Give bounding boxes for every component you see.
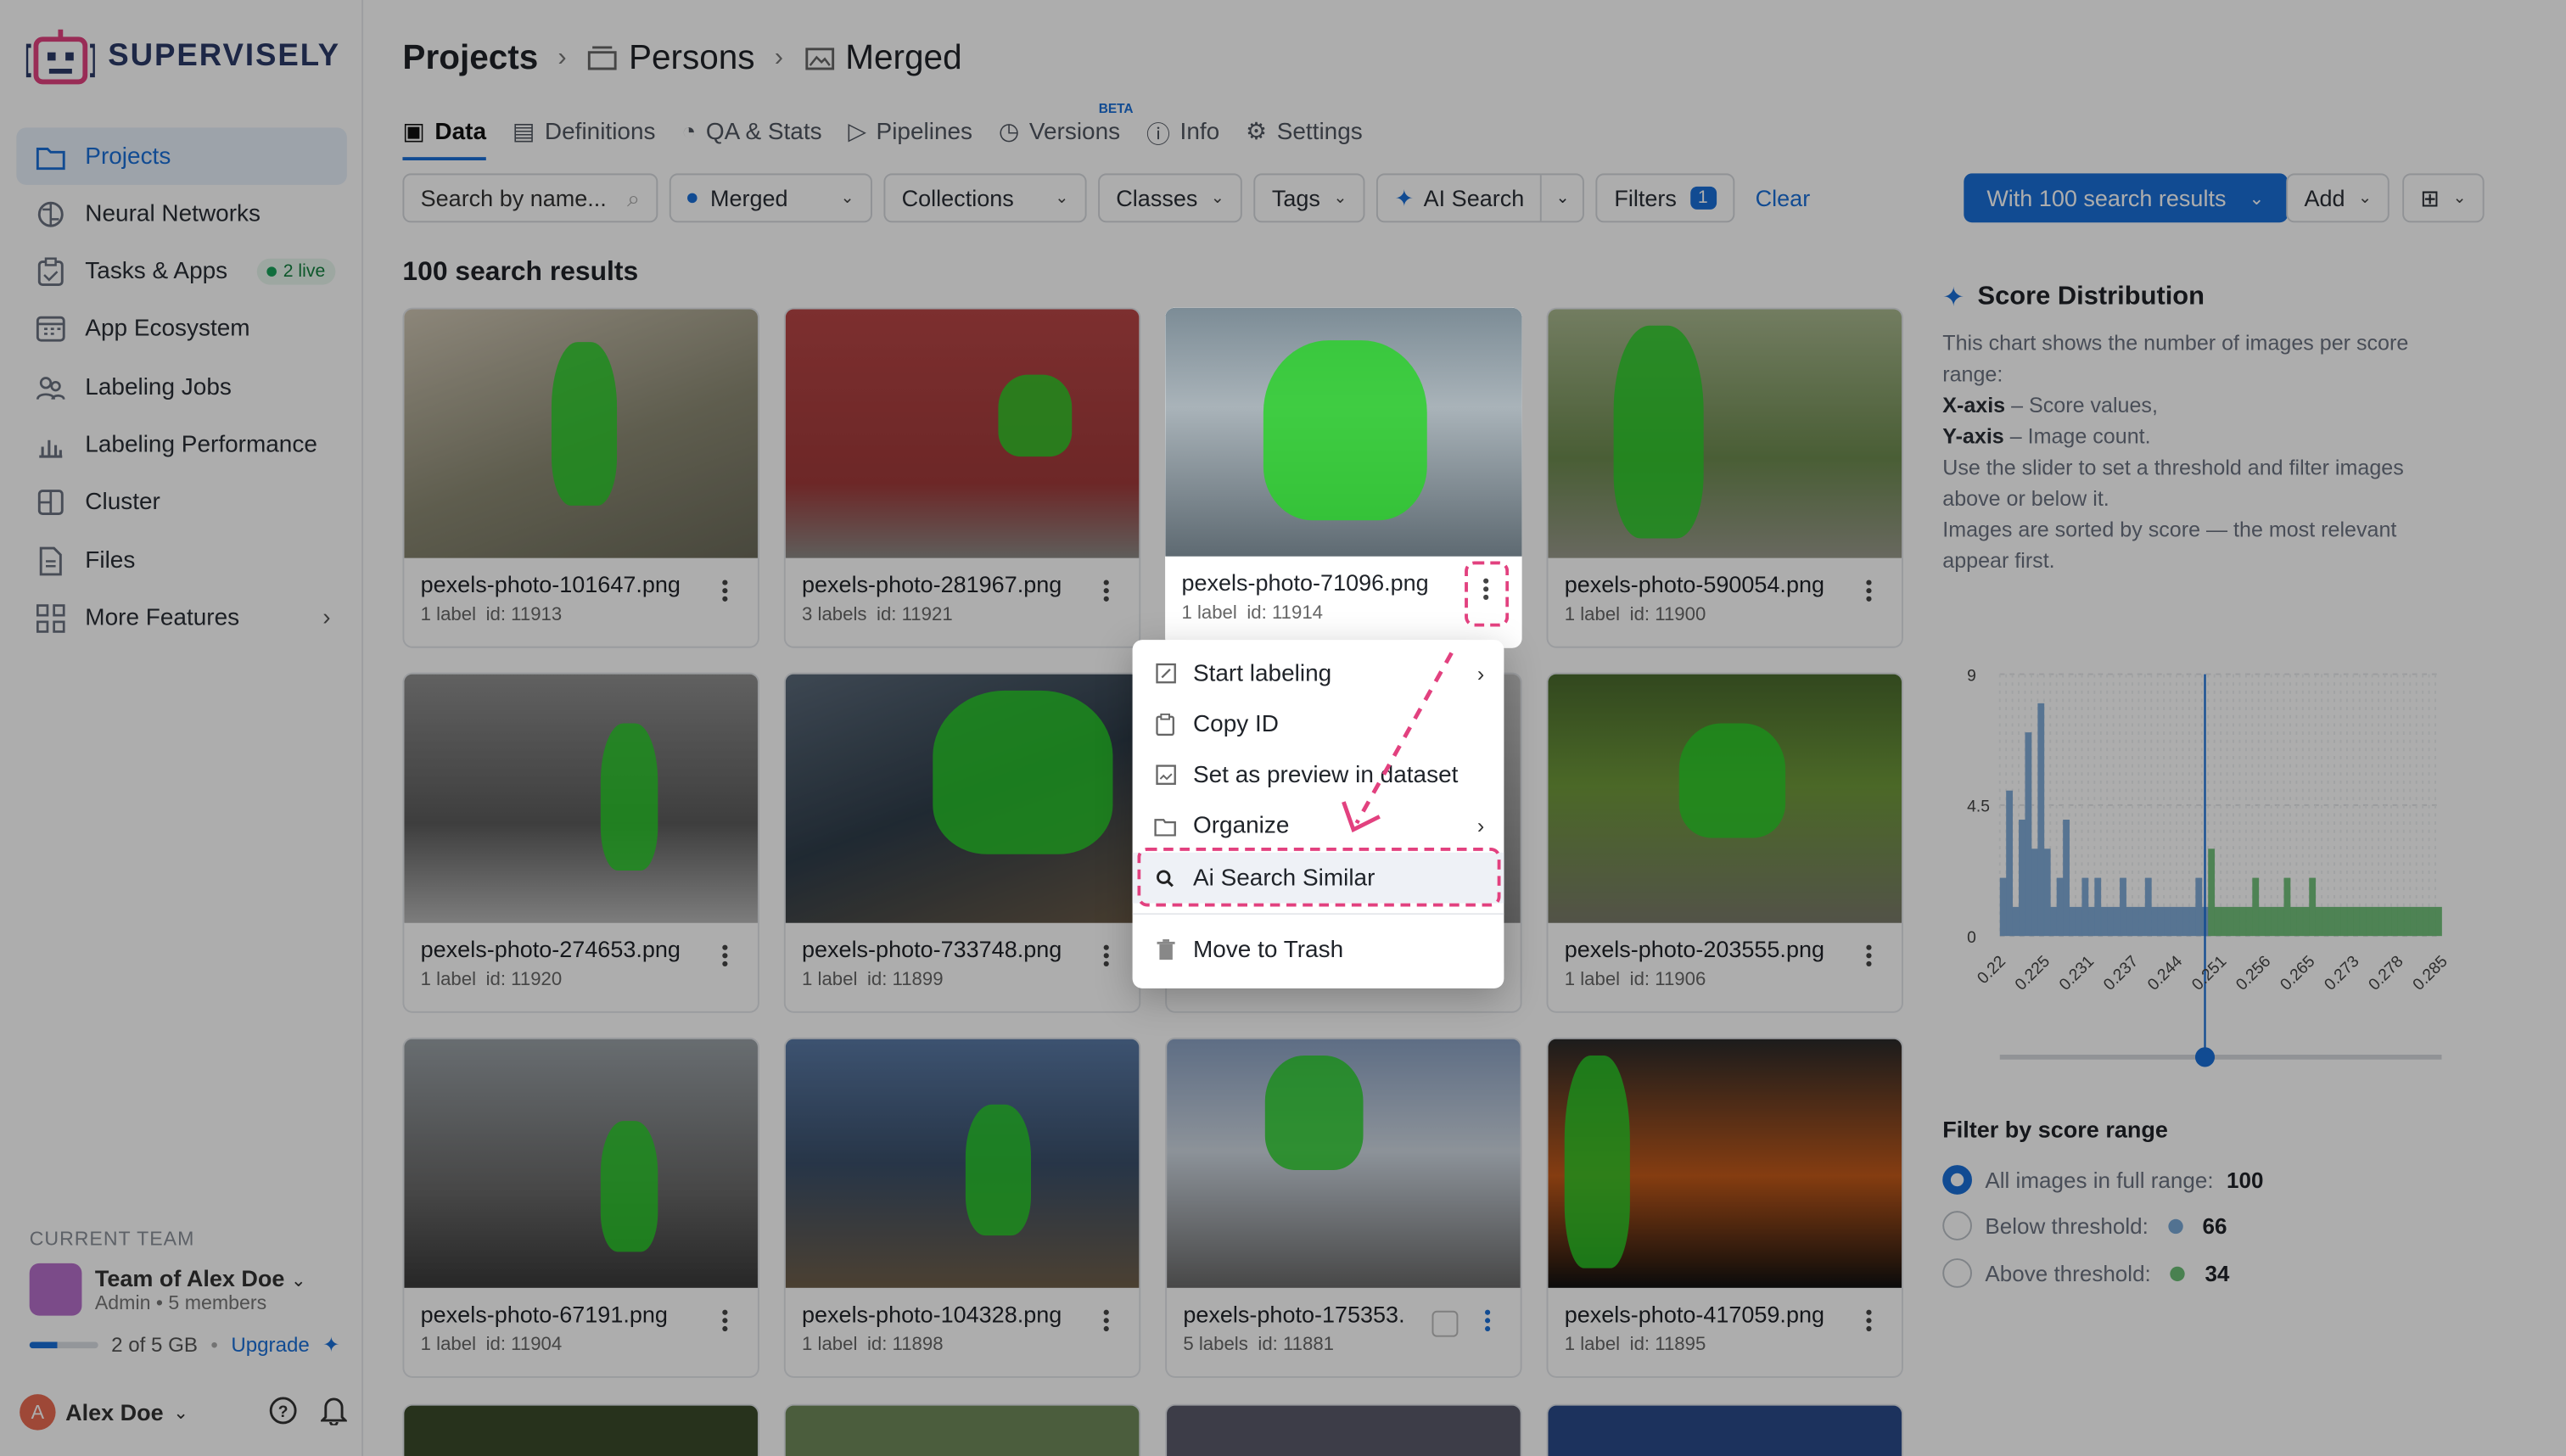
trash-icon xyxy=(1154,938,1177,961)
folder-icon xyxy=(1154,814,1177,837)
image-thumbnail[interactable] xyxy=(1165,307,1522,557)
menu-divider xyxy=(1132,913,1504,916)
menu-item-highlight xyxy=(1137,848,1501,907)
segmentation-mask xyxy=(1263,340,1427,521)
kebab-highlight xyxy=(1465,561,1510,627)
annotation-arrow xyxy=(1342,652,1454,833)
clipboard-icon xyxy=(1154,712,1177,736)
edit-icon xyxy=(1154,662,1177,685)
card-filename: pexels-photo-71096.png xyxy=(1181,569,1429,596)
app-root: SUPERVISELY Projects Neural Networks Tas… xyxy=(0,0,2566,1456)
chevron-right-icon: › xyxy=(1476,661,1485,686)
menu-item-move-to-trash[interactable]: Move to Trash xyxy=(1133,925,1504,976)
chevron-right-icon: › xyxy=(1476,813,1485,838)
card-meta: 1 label id: 11914 xyxy=(1181,603,1324,624)
image-icon xyxy=(1154,764,1177,787)
